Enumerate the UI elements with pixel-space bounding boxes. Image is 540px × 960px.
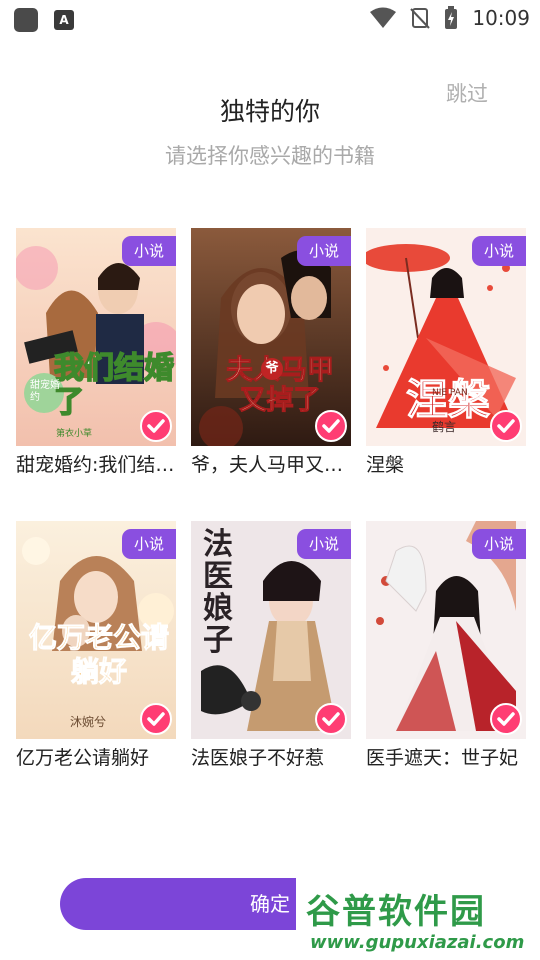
cover-subtitle: 甜宠婚约 [30,380,60,403]
selected-check-icon[interactable] [140,703,172,735]
book-cover[interactable]: 我们结婚了 甜宠婚约 第衣小草 小说 [16,228,176,446]
watermark-url: www.gupuxiazai.com [310,932,525,953]
page-subtitle: 请选择你感兴趣的书籍 [165,144,375,168]
category-badge: 小说 [472,236,526,266]
book-card-6[interactable]: 小说 医手遮天：世子妃 [366,521,526,771]
category-badge: 小说 [297,236,351,266]
book-card-1[interactable]: 我们结婚了 甜宠婚约 第衣小草 小说 甜宠婚约:我们结婚了 [16,228,186,478]
app-notification-icon [14,8,38,32]
selected-check-icon[interactable] [315,703,347,735]
page-title: 独特的你 [219,97,320,126]
site-watermark: 谷普软件园 www.gupuxiazai.com [296,878,540,960]
status-time: 10:09 [472,6,530,30]
no-signal-icon [410,8,431,29]
cover-author: 鹤言 [432,420,457,434]
book-title: 涅槃 [366,454,405,476]
book-title: 亿万老公请躺好 [16,747,150,769]
a-notification-icon: A [54,10,74,30]
battery-charging-icon [445,6,458,29]
category-badge: 小说 [472,529,526,559]
watermark-text: 谷普软件园 [306,892,486,932]
book-title: 法医娘子不好惹 [191,747,325,769]
book-cover[interactable]: 小说 [366,521,526,739]
cover-author: 沐婉兮 [70,715,107,729]
book-title: 医手遮天：世子妃 [366,747,519,769]
book-title: 爷，夫人马甲又掉了 [191,454,361,476]
cover-subtitle: NIE PAN [432,388,468,398]
selected-check-icon[interactable] [490,703,522,735]
book-card-5[interactable]: 法医娘子 小说 法医娘子不好惹 [191,521,351,771]
category-badge: 小说 [122,529,176,559]
selected-check-icon[interactable] [490,410,522,442]
book-card-4[interactable]: 亿万老公请躺好 沐婉兮 小说 亿万老公请躺好 [16,521,176,771]
cover-title: 亿万老公请躺好 [28,621,169,689]
category-badge: 小说 [297,529,351,559]
book-cover[interactable]: 法医娘子 小说 [191,521,351,739]
book-cover[interactable]: 涅槃 NIE PAN 鹤言 小说 [366,228,526,446]
cover-emblem: 爷 [261,358,283,380]
book-card-2[interactable]: 夫人马甲又掉了 爷 小说 爷，夫人马甲又掉了 [191,228,361,478]
book-title: 甜宠婚约:我们结婚了 [16,454,186,476]
cover-author: 第衣小草 [56,429,93,439]
book-card-3[interactable]: 涅槃 NIE PAN 鹤言 小说 涅槃 [366,228,526,478]
selected-check-icon[interactable] [315,410,347,442]
book-cover[interactable]: 亿万老公请躺好 沐婉兮 小说 [16,521,176,739]
book-cover[interactable]: 夫人马甲又掉了 爷 小说 [191,228,351,446]
selected-check-icon[interactable] [140,410,172,442]
status-bar: A 10:09 [0,0,540,36]
wifi-icon [370,7,397,28]
cover-title: 法医娘子 [203,527,233,658]
category-badge: 小说 [122,236,176,266]
